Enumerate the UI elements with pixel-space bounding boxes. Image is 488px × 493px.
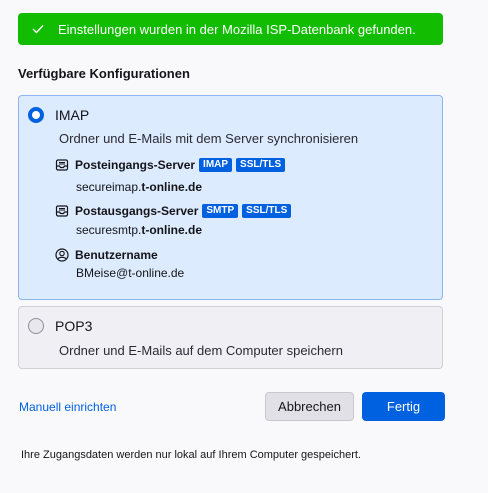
cancel-button[interactable]: Abbrechen bbox=[265, 392, 354, 421]
done-button[interactable]: Fertig bbox=[362, 392, 445, 421]
outgoing-server-host: securesmtp.t-online.de bbox=[76, 223, 202, 237]
outgoing-security-badge: SSL/TLS bbox=[242, 204, 292, 218]
incoming-server-row: Posteingangs-Server IMAP SSL/TLS bbox=[55, 158, 286, 172]
imap-radio[interactable] bbox=[28, 107, 44, 123]
imap-description: Ordner und E-Mails mit dem Server synchr… bbox=[59, 131, 359, 146]
incoming-server-label: Posteingangs-Server bbox=[75, 158, 196, 172]
pop3-radio[interactable] bbox=[28, 318, 44, 334]
section-title: Verfügbare Konfigurationen bbox=[18, 66, 190, 81]
check-icon bbox=[32, 24, 46, 34]
incoming-security-badge: SSL/TLS bbox=[236, 158, 286, 172]
manual-setup-link[interactable]: Manuell einrichten bbox=[19, 400, 116, 414]
privacy-note: Ihre Zugangsdaten werden nur lokal auf I… bbox=[21, 449, 361, 461]
outbox-icon bbox=[55, 204, 69, 218]
incoming-host-domain: t-online.de bbox=[141, 180, 203, 194]
outgoing-server-row: Postausgangs-Server SMTP SSL/TLS bbox=[55, 204, 292, 218]
banner-text: Einstellungen wurden in der Mozilla ISP-… bbox=[58, 21, 416, 37]
outgoing-protocol-badge: SMTP bbox=[202, 204, 239, 218]
imap-config-card[interactable]: IMAP Ordner und E-Mails mit dem Server s… bbox=[18, 95, 443, 300]
pop3-description: Ordner und E-Mails auf dem Computer spei… bbox=[59, 343, 343, 358]
user-icon bbox=[55, 248, 69, 262]
username-row: Benutzername bbox=[55, 248, 158, 262]
username-label: Benutzername bbox=[75, 248, 158, 262]
username-value: BMeise@t-online.de bbox=[76, 266, 185, 280]
incoming-server-host: secureimap.t-online.de bbox=[76, 180, 202, 194]
incoming-host-prefix: secureimap. bbox=[76, 180, 142, 194]
imap-label: IMAP bbox=[55, 107, 90, 123]
outgoing-host-prefix: securesmtp. bbox=[76, 223, 142, 237]
outgoing-server-label: Postausgangs-Server bbox=[75, 204, 199, 218]
incoming-protocol-badge: IMAP bbox=[199, 158, 233, 172]
outgoing-host-domain: t-online.de bbox=[141, 223, 203, 237]
pop3-config-card[interactable]: POP3 Ordner und E-Mails auf dem Computer… bbox=[18, 306, 443, 369]
success-banner: Einstellungen wurden in der Mozilla ISP-… bbox=[18, 13, 443, 45]
pop3-label: POP3 bbox=[55, 318, 93, 334]
inbox-icon bbox=[55, 158, 69, 172]
